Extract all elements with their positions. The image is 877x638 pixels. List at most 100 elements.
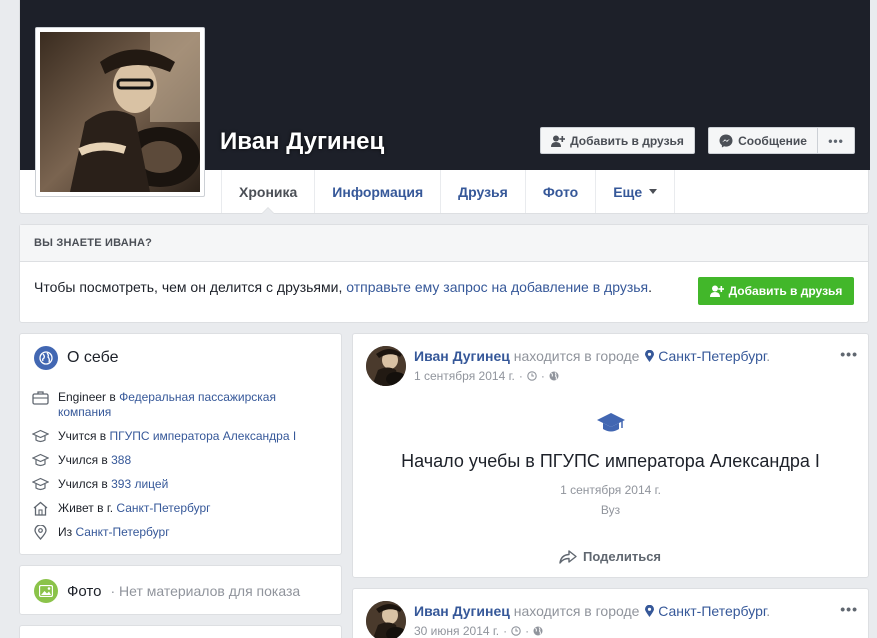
photos-title-text[interactable]: Фото [67, 583, 101, 600]
about-item-prefix: Учился в [58, 453, 112, 467]
about-item-from: Из Санкт-Петербург [32, 525, 332, 540]
about-item-link[interactable]: Санкт-Петербург [116, 501, 210, 515]
profile-picture[interactable] [35, 27, 205, 197]
about-item-prefix: Из [58, 525, 76, 539]
do-you-know-heading: ВЫ ЗНАЕТЕ ИВАНА? [20, 225, 868, 262]
tab-label: Еще [613, 183, 643, 200]
about-item-link[interactable]: 393 лицей [111, 477, 168, 491]
post-meta: 30 июня 2014 г. · · [414, 624, 543, 638]
tab-timeline[interactable]: Хроника [222, 170, 316, 214]
home-icon [33, 501, 48, 516]
add-friend-icon [551, 135, 566, 147]
clock-icon [511, 626, 521, 636]
globe-icon[interactable] [533, 626, 543, 636]
tab-photos[interactable]: Фото [526, 170, 597, 213]
location-pin-icon [645, 349, 655, 362]
avatar[interactable] [366, 601, 406, 638]
share-icon [559, 549, 577, 564]
chevron-down-icon [649, 189, 658, 194]
location-pin-icon [34, 525, 47, 540]
about-item-work: Engineer в Федеральная пассажирская комп… [32, 390, 332, 420]
about-item-prefix: Engineer в [58, 390, 120, 404]
graduation-cap-icon [597, 413, 625, 432]
about-item-education: Учится в ПГУПС императора Александра I [32, 429, 332, 444]
about-item-text: Из Санкт-Петербург [58, 525, 170, 540]
tab-label: Информация [332, 183, 424, 200]
post-action: находится в городе [513, 348, 640, 364]
about-item-lives: Живет в г. Санкт-Петербург [32, 501, 332, 516]
post-date[interactable]: 30 июня 2014 г. [414, 624, 499, 638]
clock-icon [527, 371, 537, 381]
post-header: Иван Дугинец находится в городе Санкт-Пе… [414, 603, 771, 619]
about-title-text: О себе [67, 349, 119, 366]
about-item-prefix: Учится в [58, 429, 110, 443]
about-item-education: Учился в 393 лицей [32, 477, 332, 492]
tab-label: Хроника [239, 183, 298, 200]
photos-empty-text: · Нет материалов для показа [110, 583, 301, 599]
do-you-know-text: Чтобы посмотреть, чем он делится с друзь… [34, 279, 652, 295]
about-item-text: Живет в г. Санкт-Петербург [58, 501, 211, 516]
graduation-cap-icon [32, 453, 49, 467]
about-title: О себе [34, 346, 119, 370]
do-you-know-prefix: Чтобы посмотреть, чем он делится с друзь… [34, 279, 347, 295]
graduation-cap-icon [32, 429, 49, 443]
timeline-post: Иван Дугинец находится в городе Санкт-Пе… [352, 588, 869, 638]
add-friend-green-button[interactable]: Добавить в друзья [698, 277, 854, 305]
life-event-title: Начало учебы в ПГУПС императора Александ… [401, 451, 820, 471]
tab-label: Друзья [458, 183, 508, 200]
about-item-text: Учился в 388 [58, 453, 131, 468]
post-meta: 1 сентября 2014 г. · · [414, 369, 559, 383]
tab-friends[interactable]: Друзья [441, 170, 526, 213]
avatar[interactable] [366, 346, 406, 386]
add-friend-label: Добавить в друзья [570, 133, 684, 148]
post-header: Иван Дугинец находится в городе Санкт-Пе… [414, 348, 771, 364]
briefcase-icon [32, 391, 49, 405]
about-item-text: Учился в 393 лицей [58, 477, 168, 492]
post-location-link[interactable]: Санкт-Петербург [658, 603, 766, 619]
share-label: Поделиться [583, 549, 662, 564]
send-friend-request-link[interactable]: отправьте ему запрос на добавление в дру… [346, 279, 648, 295]
location-pin-icon [645, 604, 655, 617]
share-button[interactable]: Поделиться [559, 549, 661, 564]
about-item-prefix: Живет в г. [58, 501, 117, 515]
add-friend-green-label: Добавить в друзья [728, 284, 843, 298]
tab-more[interactable]: Еще [596, 170, 676, 213]
photos-title: Фото · Нет материалов для показа [34, 579, 300, 603]
post-date[interactable]: 1 сентября 2014 г. [414, 369, 515, 383]
add-friend-icon [709, 285, 724, 297]
photos-card: Фото · Нет материалов для показа [19, 565, 342, 615]
globe-icon [34, 346, 58, 370]
do-you-know-suffix: . [648, 279, 653, 295]
post-options-button[interactable]: ••• [840, 601, 858, 617]
post-action: находится в городе [513, 603, 640, 619]
about-item-education: Учился в 388 [32, 453, 332, 468]
about-item-link[interactable]: Санкт-Петербург [75, 525, 169, 539]
about-list: Engineer в Федеральная пассажирская комп… [32, 390, 332, 549]
about-item-text: Engineer в Федеральная пассажирская комп… [58, 390, 332, 420]
tab-about[interactable]: Информация [315, 170, 442, 213]
timeline-post: Иван Дугинец находится в городе Санкт-Пе… [352, 333, 869, 578]
do-you-know-box: ВЫ ЗНАЕТЕ ИВАНА? Чтобы посмотреть, чем о… [19, 224, 869, 323]
next-sidebar-card [19, 625, 342, 638]
post-location-link[interactable]: Санкт-Петербург [658, 348, 766, 364]
profile-header: Иван Дугинец Добавить в друзья Сообщение… [19, 0, 870, 214]
globe-icon[interactable] [549, 371, 559, 381]
add-friend-button[interactable]: Добавить в друзья [540, 127, 695, 154]
life-event-subtitle: Вуз [600, 503, 621, 517]
profile-more-button[interactable]: ••• [817, 127, 855, 154]
messenger-icon [719, 134, 733, 147]
message-label: Сообщение [738, 133, 807, 148]
profile-name[interactable]: Иван Дугинец [220, 128, 384, 156]
profile-photo-image [40, 32, 200, 192]
life-event-date: 1 сентября 2014 г. [560, 483, 661, 497]
tab-label: Фото [542, 183, 579, 200]
post-author[interactable]: Иван Дугинец [414, 603, 510, 619]
photo-icon [34, 579, 58, 603]
profile-tabs: Хроника Информация Друзья Фото Еще [221, 170, 676, 214]
post-options-button[interactable]: ••• [840, 346, 858, 362]
post-author[interactable]: Иван Дугинец [414, 348, 510, 364]
message-button[interactable]: Сообщение [708, 127, 818, 154]
graduation-cap-icon [32, 477, 49, 491]
about-item-link[interactable]: 388 [111, 453, 131, 467]
about-item-link[interactable]: ПГУПС императора Александра I [109, 429, 296, 443]
